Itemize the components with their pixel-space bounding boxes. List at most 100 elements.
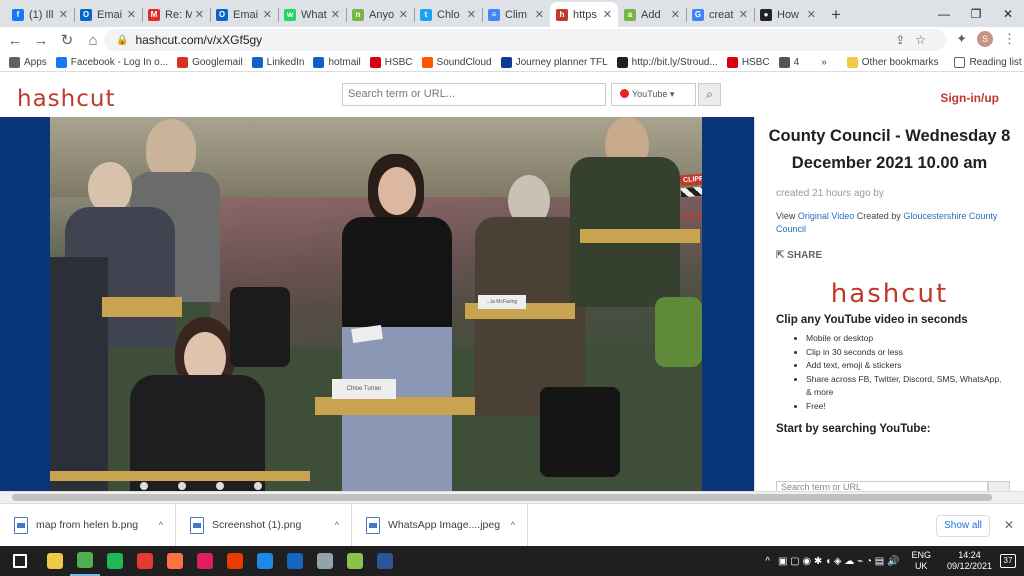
close-icon[interactable]: ✕ [739, 8, 748, 21]
spotify-icon[interactable] [100, 546, 130, 576]
watermark-logo: hashcut [682, 208, 702, 224]
close-icon[interactable]: ✕ [399, 8, 408, 21]
signin-link[interactable]: Sign-in/up [940, 91, 999, 105]
maximize-button[interactable]: ❐ [960, 7, 992, 21]
download-item[interactable]: WhatsApp Image....jpeg ^ [352, 503, 528, 547]
bookmark-item[interactable]: HSBC [369, 56, 413, 68]
tray-icons[interactable]: ▣ ▢ ◉ ✱ ◖ ◈ ☁ ⌁ ◔ ▤ 🔊 [778, 556, 899, 567]
media-icon[interactable] [160, 546, 190, 576]
hashcut-logo[interactable]: hashcut [17, 86, 115, 112]
chrome-icon[interactable] [70, 546, 100, 576]
share-button[interactable]: ⇱ SHARE [776, 250, 1024, 261]
minimize-button[interactable]: — [928, 7, 960, 21]
close-icon[interactable]: ✕ [195, 8, 204, 21]
close-icon[interactable]: ✕ [263, 8, 272, 21]
clock[interactable]: 14:24 09/12/2021 [947, 550, 992, 572]
reload-icon[interactable]: ↻ [56, 31, 78, 49]
close-icon[interactable]: ✕ [331, 8, 340, 21]
source-select[interactable]: YouTube ▾ [611, 83, 696, 106]
app-icon[interactable] [130, 546, 160, 576]
bookmark-item[interactable]: Facebook - Log In o... [55, 56, 168, 68]
browser-tab[interactable]: ≡ Clim ✕ [482, 2, 550, 27]
bookmark-icon [313, 56, 325, 68]
back-icon[interactable]: ← [4, 32, 26, 49]
close-icon[interactable]: ✕ [59, 8, 68, 21]
bookmark-item[interactable]: 4 [778, 56, 799, 68]
browser-tab[interactable]: M Re: M ✕ [142, 2, 210, 27]
search-button[interactable]: ⌕ [698, 83, 721, 106]
close-icon[interactable]: ✕ [671, 8, 680, 21]
browser-tab[interactable]: O Emai ✕ [74, 2, 142, 27]
close-window-button[interactable]: ✕ [992, 7, 1024, 21]
menu-icon[interactable]: ⋮ [1003, 31, 1016, 47]
horizontal-scrollbar[interactable] [0, 491, 1024, 503]
reading-list-icon [954, 56, 966, 68]
search-input[interactable]: Search term or URL... [342, 83, 606, 106]
new-tab-button[interactable]: + [822, 2, 850, 27]
bookmark-item[interactable]: SoundCloud [421, 56, 492, 68]
close-icon[interactable]: ✕ [127, 8, 136, 21]
download-item[interactable]: map from helen b.png ^ [0, 503, 176, 547]
chevron-up-icon[interactable]: ^ [511, 520, 515, 530]
close-icon[interactable]: ✕ [603, 8, 612, 21]
bookmark-item[interactable]: Apps [9, 56, 47, 68]
chevron-up-icon[interactable]: ^ [335, 520, 339, 530]
address-bar[interactable]: 🔒 hashcut.com/v/xXGf5gy ⇪☆ [104, 29, 946, 51]
browser-tab[interactable]: f (1) Ill ✕ [6, 2, 74, 27]
file-explorer-icon[interactable] [40, 546, 70, 576]
person [146, 119, 196, 179]
search-input-secondary[interactable]: Search term or URL [776, 481, 988, 491]
bookmark-item[interactable]: HSBC [726, 56, 770, 68]
extension-icon: a [624, 8, 636, 21]
forward-icon[interactable]: → [30, 32, 52, 49]
browser-tab[interactable]: t Chlo ✕ [414, 2, 482, 27]
show-all-button[interactable]: Show all [936, 515, 990, 537]
browser-tab[interactable]: w What ✕ [278, 2, 346, 27]
chevron-up-icon[interactable]: ^ [765, 556, 770, 567]
browser-tab[interactable]: ● How ✕ [754, 2, 822, 27]
video-frame[interactable]: Chloe Turner ...la McFaring CLIPPED WITH… [50, 117, 702, 491]
video-controls[interactable] [130, 481, 700, 491]
close-icon[interactable]: ✕ [467, 8, 476, 21]
bookmark-icon [616, 56, 628, 68]
home-icon[interactable]: ⌂ [82, 32, 104, 49]
notification-center-button[interactable]: 37 [1000, 554, 1016, 568]
download-item[interactable]: Screenshot (1).png ^ [176, 503, 352, 547]
app-icon[interactable] [310, 546, 340, 576]
close-icon[interactable]: ✕ [1004, 518, 1014, 532]
browser-tab[interactable]: O Emai ✕ [210, 2, 278, 27]
original-video-link[interactable]: Original Video [798, 211, 854, 221]
extensions-icon[interactable]: ✦ [956, 31, 967, 47]
download-filename: map from helen b.png [36, 519, 139, 531]
video-player[interactable]: Chloe Turner ...la McFaring CLIPPED WITH… [0, 117, 754, 491]
language-indicator[interactable]: ENG UK [911, 550, 931, 572]
browser-tab[interactable]: h https ✕ [550, 2, 618, 27]
browser-tab[interactable]: Gcreat ✕ [686, 2, 754, 27]
close-icon[interactable]: ✕ [807, 8, 816, 21]
bookmark-item[interactable]: http://bit.ly/Stroud... [616, 56, 718, 68]
search-button-secondary[interactable] [988, 481, 1010, 491]
reading-list-button[interactable]: Reading list [954, 56, 1022, 68]
close-icon[interactable]: ✕ [535, 8, 544, 21]
profile-avatar[interactable]: S [977, 31, 993, 47]
lock-icon[interactable]: 🔒 [116, 35, 128, 46]
other-bookmarks-folder[interactable]: Other bookmarks [846, 56, 938, 68]
photo-icon[interactable] [340, 546, 370, 576]
taskbar: ^ ▣ ▢ ◉ ✱ ◖ ◈ ☁ ⌁ ◔ ▤ 🔊 ENG UK 14:24 09/12… [0, 546, 1024, 576]
chevron-up-icon[interactable]: ^ [159, 520, 163, 530]
browser-tab[interactable]: a Add ✕ [618, 2, 686, 27]
bookmark-star-icon[interactable]: ⇪☆ [895, 33, 936, 47]
browser-tab[interactable]: n Anyo ✕ [346, 2, 414, 27]
bookmark-item[interactable]: hotmail [313, 56, 361, 68]
bookmark-item[interactable]: Journey planner TFL [500, 56, 608, 68]
office-icon[interactable] [220, 546, 250, 576]
scrollbar-thumb[interactable] [12, 494, 992, 501]
bookmark-item[interactable]: LinkedIn [251, 56, 304, 68]
word-icon[interactable] [370, 546, 400, 576]
slack-icon[interactable] [190, 546, 220, 576]
chat-icon[interactable] [280, 546, 310, 576]
files-icon[interactable] [250, 546, 280, 576]
bookmark-item[interactable]: Googlemail [177, 56, 243, 68]
bookmarks-more-button[interactable]: » [821, 57, 827, 68]
start-icon[interactable] [0, 546, 40, 576]
